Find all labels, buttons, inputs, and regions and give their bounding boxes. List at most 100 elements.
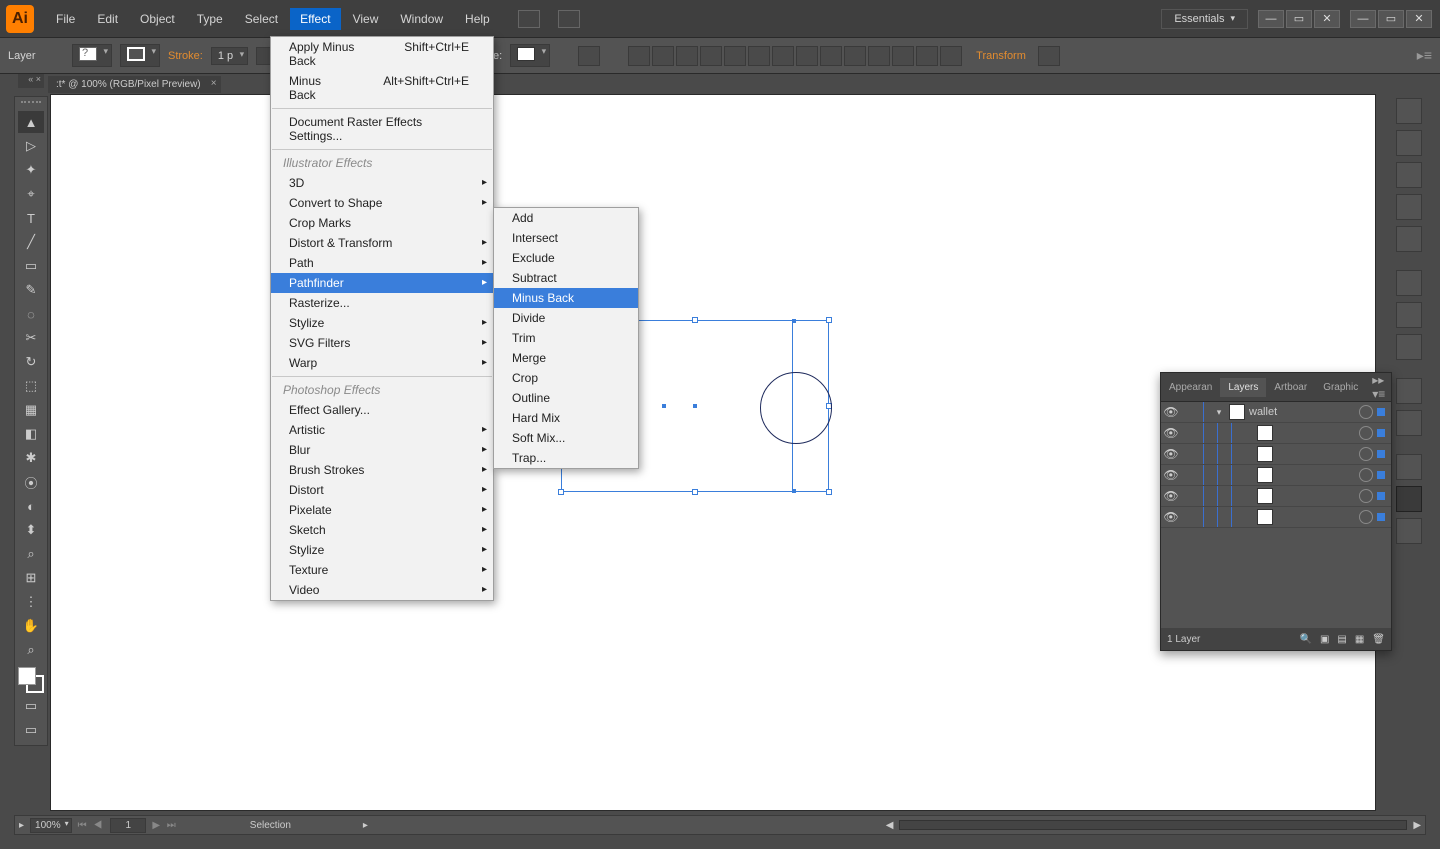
menuitem-trim[interactable]: Trim: [494, 328, 638, 348]
tool-22[interactable]: ⌕: [18, 639, 44, 661]
menuitem-exclude[interactable]: Exclude: [494, 248, 638, 268]
hscroll-right[interactable]: ▶: [1413, 820, 1421, 831]
panel-tab-graphic[interactable]: Graphic: [1315, 378, 1366, 397]
tool-11[interactable]: ⬚: [18, 375, 44, 397]
tool-15[interactable]: ⦿: [18, 471, 44, 493]
window-minimize[interactable]: —: [1258, 10, 1284, 28]
tool-2[interactable]: ✦: [18, 159, 44, 181]
menuitem-stylize[interactable]: Stylize▸: [271, 540, 493, 560]
window-restore[interactable]: ▭: [1286, 10, 1312, 28]
dist-right-icon[interactable]: [868, 46, 890, 66]
layers-icon[interactable]: [1396, 454, 1422, 480]
menuitem-svg-filters[interactable]: SVG Filters▸: [271, 333, 493, 353]
layer-row[interactable]: 👁▾wallet: [1161, 402, 1391, 423]
controlbar-menu-icon[interactable]: ▸≡: [1417, 47, 1432, 64]
dist-top-icon[interactable]: [892, 46, 914, 66]
tool-8[interactable]: ◌: [18, 303, 44, 325]
arrange-docs-icon[interactable]: [558, 10, 580, 28]
menu-window[interactable]: Window: [390, 8, 453, 30]
dist-v-icon[interactable]: [796, 46, 818, 66]
menuitem-artistic[interactable]: Artistic▸: [271, 420, 493, 440]
target-icon[interactable]: [1359, 447, 1373, 461]
screen-mode[interactable]: ▭: [18, 719, 44, 741]
delete-layer-icon[interactable]: 🗑: [1372, 634, 1385, 645]
panel-collapse-icon[interactable]: ▸▸ ▾≡: [1366, 373, 1391, 401]
recolor-icon[interactable]: [578, 46, 600, 66]
workspace-switcher[interactable]: Essentials▾: [1161, 9, 1248, 29]
align-top-icon[interactable]: [700, 46, 722, 66]
tool-9[interactable]: ✂: [18, 327, 44, 349]
tool-3[interactable]: ⌖: [18, 183, 44, 205]
menuitem-stylize[interactable]: Stylize▸: [271, 313, 493, 333]
menuitem-pixelate[interactable]: Pixelate▸: [271, 500, 493, 520]
menuitem-blur[interactable]: Blur▸: [271, 440, 493, 460]
menuitem-texture[interactable]: Texture▸: [271, 560, 493, 580]
stroke-dropdown[interactable]: [120, 44, 160, 67]
menuitem-distort[interactable]: Distort▸: [271, 480, 493, 500]
menuitem-crop-marks[interactable]: Crop Marks: [271, 213, 493, 233]
dist-center-icon[interactable]: [844, 46, 866, 66]
target-icon[interactable]: [1359, 405, 1373, 419]
visibility-icon[interactable]: 👁: [1161, 426, 1181, 440]
swatches-icon[interactable]: [1396, 162, 1422, 188]
visibility-icon[interactable]: 👁: [1161, 510, 1181, 524]
target-icon[interactable]: [1359, 468, 1373, 482]
menuitem-crop[interactable]: Crop: [494, 368, 638, 388]
menuitem-merge[interactable]: Merge: [494, 348, 638, 368]
tool-18[interactable]: ⌕: [18, 543, 44, 565]
new-layer-icon[interactable]: ▦: [1355, 634, 1364, 645]
menuitem-pathfinder[interactable]: Pathfinder▸: [271, 273, 493, 293]
brushes-icon[interactable]: [1396, 194, 1422, 220]
panel-tab-layers[interactable]: Layers: [1220, 378, 1266, 397]
align-vcenter-icon[interactable]: [724, 46, 746, 66]
dist-left-icon[interactable]: [820, 46, 842, 66]
new-sublayer-icon[interactable]: ▤: [1337, 634, 1346, 645]
menuitem-divide[interactable]: Divide: [494, 308, 638, 328]
visibility-icon[interactable]: 👁: [1161, 447, 1181, 461]
menu-select[interactable]: Select: [235, 8, 288, 30]
layer-row[interactable]: 👁: [1161, 444, 1391, 465]
symbols-icon[interactable]: [1396, 226, 1422, 252]
statusbar-expand-icon[interactable]: ▸: [19, 820, 24, 831]
menuitem-apply-minus-back[interactable]: Apply Minus BackShift+Ctrl+E: [271, 37, 493, 71]
panel-tab-appearan[interactable]: Appearan: [1161, 378, 1220, 397]
tool-1[interactable]: ▷: [18, 135, 44, 157]
tool-6[interactable]: ▭: [18, 255, 44, 277]
hscrollbar[interactable]: [899, 820, 1407, 830]
visibility-icon[interactable]: 👁: [1161, 489, 1181, 503]
make-clip-icon[interactable]: ▣: [1320, 634, 1329, 645]
menuitem-soft-mix-[interactable]: Soft Mix...: [494, 428, 638, 448]
layer-row[interactable]: 👁: [1161, 507, 1391, 528]
tool-4[interactable]: T: [18, 207, 44, 229]
graphic-style[interactable]: [510, 44, 550, 67]
menu-view[interactable]: View: [343, 8, 389, 30]
bridge-icon[interactable]: [518, 10, 540, 28]
align-right-icon[interactable]: [676, 46, 698, 66]
menuitem-trap-[interactable]: Trap...: [494, 448, 638, 468]
target-icon[interactable]: [1359, 426, 1373, 440]
tool-20[interactable]: ⋮: [18, 591, 44, 613]
visibility-icon[interactable]: 👁: [1161, 468, 1181, 482]
menu-help[interactable]: Help: [455, 8, 500, 30]
align-hcenter-icon[interactable]: [652, 46, 674, 66]
dist-bottom-icon[interactable]: [940, 46, 962, 66]
panel-tab-artboar[interactable]: Artboar: [1266, 378, 1315, 397]
menu-effect[interactable]: Effect: [290, 8, 340, 30]
menu-object[interactable]: Object: [130, 8, 185, 30]
close-tab-icon[interactable]: ×: [211, 78, 217, 89]
app-close[interactable]: ✕: [1406, 10, 1432, 28]
menuitem-warp[interactable]: Warp▸: [271, 353, 493, 373]
menuitem-path[interactable]: Path▸: [271, 253, 493, 273]
window-close[interactable]: ✕: [1314, 10, 1340, 28]
target-icon[interactable]: [1359, 489, 1373, 503]
fill-dropdown[interactable]: ?: [72, 44, 112, 67]
menuitem-minus-back[interactable]: Minus BackAlt+Shift+Ctrl+E: [271, 71, 493, 105]
transform-menu-icon[interactable]: [1038, 46, 1060, 66]
layer-row[interactable]: 👁: [1161, 423, 1391, 444]
tool-13[interactable]: ◧: [18, 423, 44, 445]
document-tab[interactable]: :t* @ 100% (RGB/Pixel Preview) ×: [48, 76, 221, 93]
app-restore[interactable]: ▭: [1378, 10, 1404, 28]
tab-handle[interactable]: « ×: [18, 74, 44, 88]
menu-type[interactable]: Type: [187, 8, 233, 30]
artboard-number[interactable]: 1: [110, 818, 146, 833]
